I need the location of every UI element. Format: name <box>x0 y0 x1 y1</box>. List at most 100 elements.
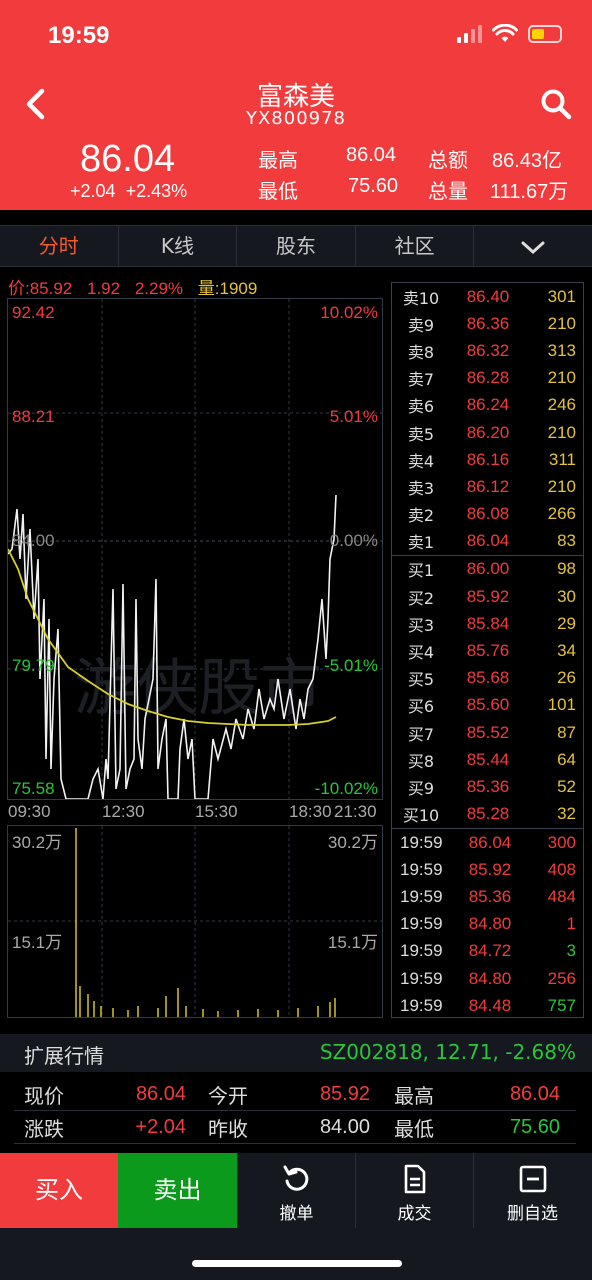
trade-time: 19:59 <box>400 832 443 852</box>
quote-key: 涨跌 <box>24 1116 64 1141</box>
ask-price: 86.16 <box>466 449 510 469</box>
ask-price: 86.32 <box>466 340 510 360</box>
tab-community[interactable]: 社区 <box>356 226 475 266</box>
home-indicator[interactable] <box>192 1260 402 1267</box>
undo-icon <box>283 1165 308 1191</box>
quote-value: 75.60 <box>509 1115 560 1138</box>
trade-time: 19:59 <box>400 995 443 1015</box>
change-value: +2.04 <box>70 181 116 201</box>
quote-key: 现价 <box>24 1083 64 1108</box>
trade-row: 19:59 85.92 408 <box>392 856 583 883</box>
ask-row: 卖6 86.24 246 <box>392 392 583 419</box>
bid-price: 85.28 <box>466 804 510 824</box>
x-label-0930: 09:30 <box>8 802 51 821</box>
quote-key: 最高 <box>394 1083 434 1108</box>
ask-label: 卖6 <box>407 397 435 417</box>
wifi-icon <box>492 24 518 42</box>
bid-label: 买3 <box>407 615 435 635</box>
quote-key: 昨收 <box>208 1116 248 1141</box>
y-label-mid-pct: 5.01% <box>329 407 378 426</box>
price-change: +2.04 +2.43% <box>70 181 187 202</box>
y-label-low1: 79.79 <box>12 656 55 675</box>
ask-row: 卖2 86.08 266 <box>392 501 583 528</box>
bid-row: 买3 85.84 29 <box>392 610 583 637</box>
ask-volume: 246 <box>547 395 576 415</box>
ask-volume: 210 <box>547 368 576 388</box>
amount-value: 86.43亿 <box>492 150 563 172</box>
battery-icon <box>528 25 562 43</box>
y-label-top-pct: 10.02% <box>320 303 378 322</box>
intraday-chart[interactable]: 游侠股市 92.42 10.02% 88.21 5.01% 84.00 0.00… <box>7 298 383 800</box>
deals-button[interactable]: 成交 <box>355 1153 473 1228</box>
bid-row: 买9 85.36 52 <box>392 773 583 800</box>
bid-price: 86.00 <box>466 559 510 579</box>
ask-volume: 311 <box>548 449 576 469</box>
trade-list: 19:59 86.04 300 19:59 85.92 408 19:59 85.36 484 1… <box>391 828 584 1018</box>
bid-label: 买6 <box>407 697 435 717</box>
ask-label: 卖8 <box>407 342 435 362</box>
cancel-order-button[interactable]: 撤单 <box>237 1153 355 1228</box>
stock-header: 19:59 富森美 YX800978 86.04 +2.04 +2.43% 最高… <box>0 0 592 210</box>
ask-price: 86.24 <box>466 395 510 415</box>
quote-value: 86.04 <box>135 1082 186 1105</box>
quote-value: +2.04 <box>135 1115 186 1138</box>
low-label: 最低 <box>258 179 298 203</box>
tab-bar: 分时 K线 股东 社区 <box>0 225 592 267</box>
x-label-1830: 18:30 <box>289 802 332 821</box>
volume-bars <box>8 826 382 1017</box>
buy-button[interactable]: 买入 <box>0 1153 118 1228</box>
bid-row: 买6 85.60 101 <box>392 692 583 719</box>
remove-box-icon <box>519 1165 546 1193</box>
extended-quote-bar[interactable]: 扩展行情 SZ002818, 12.71, -2.68% <box>0 1034 592 1072</box>
y-label-top: 92.42 <box>12 303 55 322</box>
high-value: 86.04 <box>346 144 397 166</box>
ask-label: 卖5 <box>407 424 435 444</box>
tab-intraday[interactable]: 分时 <box>0 226 119 266</box>
volume-chart: 30.2万 30.2万 15.1万 15.1万 <box>7 825 383 1018</box>
ask-volume: 301 <box>547 286 576 306</box>
ask-label: 卖2 <box>407 506 435 526</box>
sell-button[interactable]: 卖出 <box>118 1153 237 1228</box>
remove-watchlist-button[interactable]: 删自选 <box>473 1153 591 1228</box>
ask-label: 卖3 <box>407 478 435 498</box>
y-label-low2: 75.58 <box>12 779 55 798</box>
trade-row: 19:59 86.04 300 <box>392 829 583 856</box>
y-label-base: 84.00 <box>12 531 55 550</box>
bid-volume: 101 <box>547 695 576 715</box>
ask-label: 卖1 <box>407 533 435 553</box>
bid-price: 85.60 <box>466 695 510 715</box>
y-label-mid: 88.21 <box>12 407 55 426</box>
chart-grid: 游侠股市 <box>8 299 382 799</box>
order-book: 卖10 86.40 301 卖9 86.36 210 卖8 86.32 313 卖7 86.28 21… <box>391 282 584 829</box>
stock-code: YX800978 <box>245 108 347 129</box>
x-label-2130: 21:30 <box>334 802 377 821</box>
trade-time: 19:59 <box>400 968 443 988</box>
tab-kline[interactable]: K线 <box>119 226 238 266</box>
trade-row: 19:59 84.48 757 <box>392 992 583 1019</box>
trade-volume: 757 <box>547 995 576 1015</box>
cursor-info: 价:85.92 1.92 2.29% 量:1909 <box>8 274 267 299</box>
tab-shareholders[interactable]: 股东 <box>237 226 356 266</box>
extended-title: 扩展行情 <box>24 1044 104 1068</box>
bid-volume: 30 <box>557 586 576 606</box>
tab-more[interactable] <box>474 226 592 266</box>
bid-row: 买1 86.00 98 <box>392 556 583 583</box>
change-percent: +2.43% <box>125 181 188 201</box>
amount-label: 总额 <box>428 148 468 172</box>
ask-volume: 266 <box>547 504 576 524</box>
ask-price: 86.12 <box>466 476 510 496</box>
quote-row: 现价 86.04 今开 85.92 最高 86.04 <box>14 1078 576 1111</box>
trade-row: 19:59 84.72 3 <box>392 938 583 965</box>
ask-label: 卖10 <box>402 288 440 308</box>
bid-row: 买4 85.76 34 <box>392 637 583 664</box>
bid-label: 买5 <box>407 670 435 690</box>
bid-volume: 34 <box>557 641 576 661</box>
status-time: 19:59 <box>48 22 110 49</box>
bid-label: 买2 <box>407 588 435 608</box>
bid-label: 买4 <box>407 643 435 663</box>
bid-label: 买8 <box>407 751 435 771</box>
ask-volume: 210 <box>547 313 576 333</box>
ask-row: 卖5 86.20 210 <box>392 419 583 446</box>
bid-row: 买7 85.52 87 <box>392 719 583 746</box>
bid-row: 买5 85.68 26 <box>392 665 583 692</box>
